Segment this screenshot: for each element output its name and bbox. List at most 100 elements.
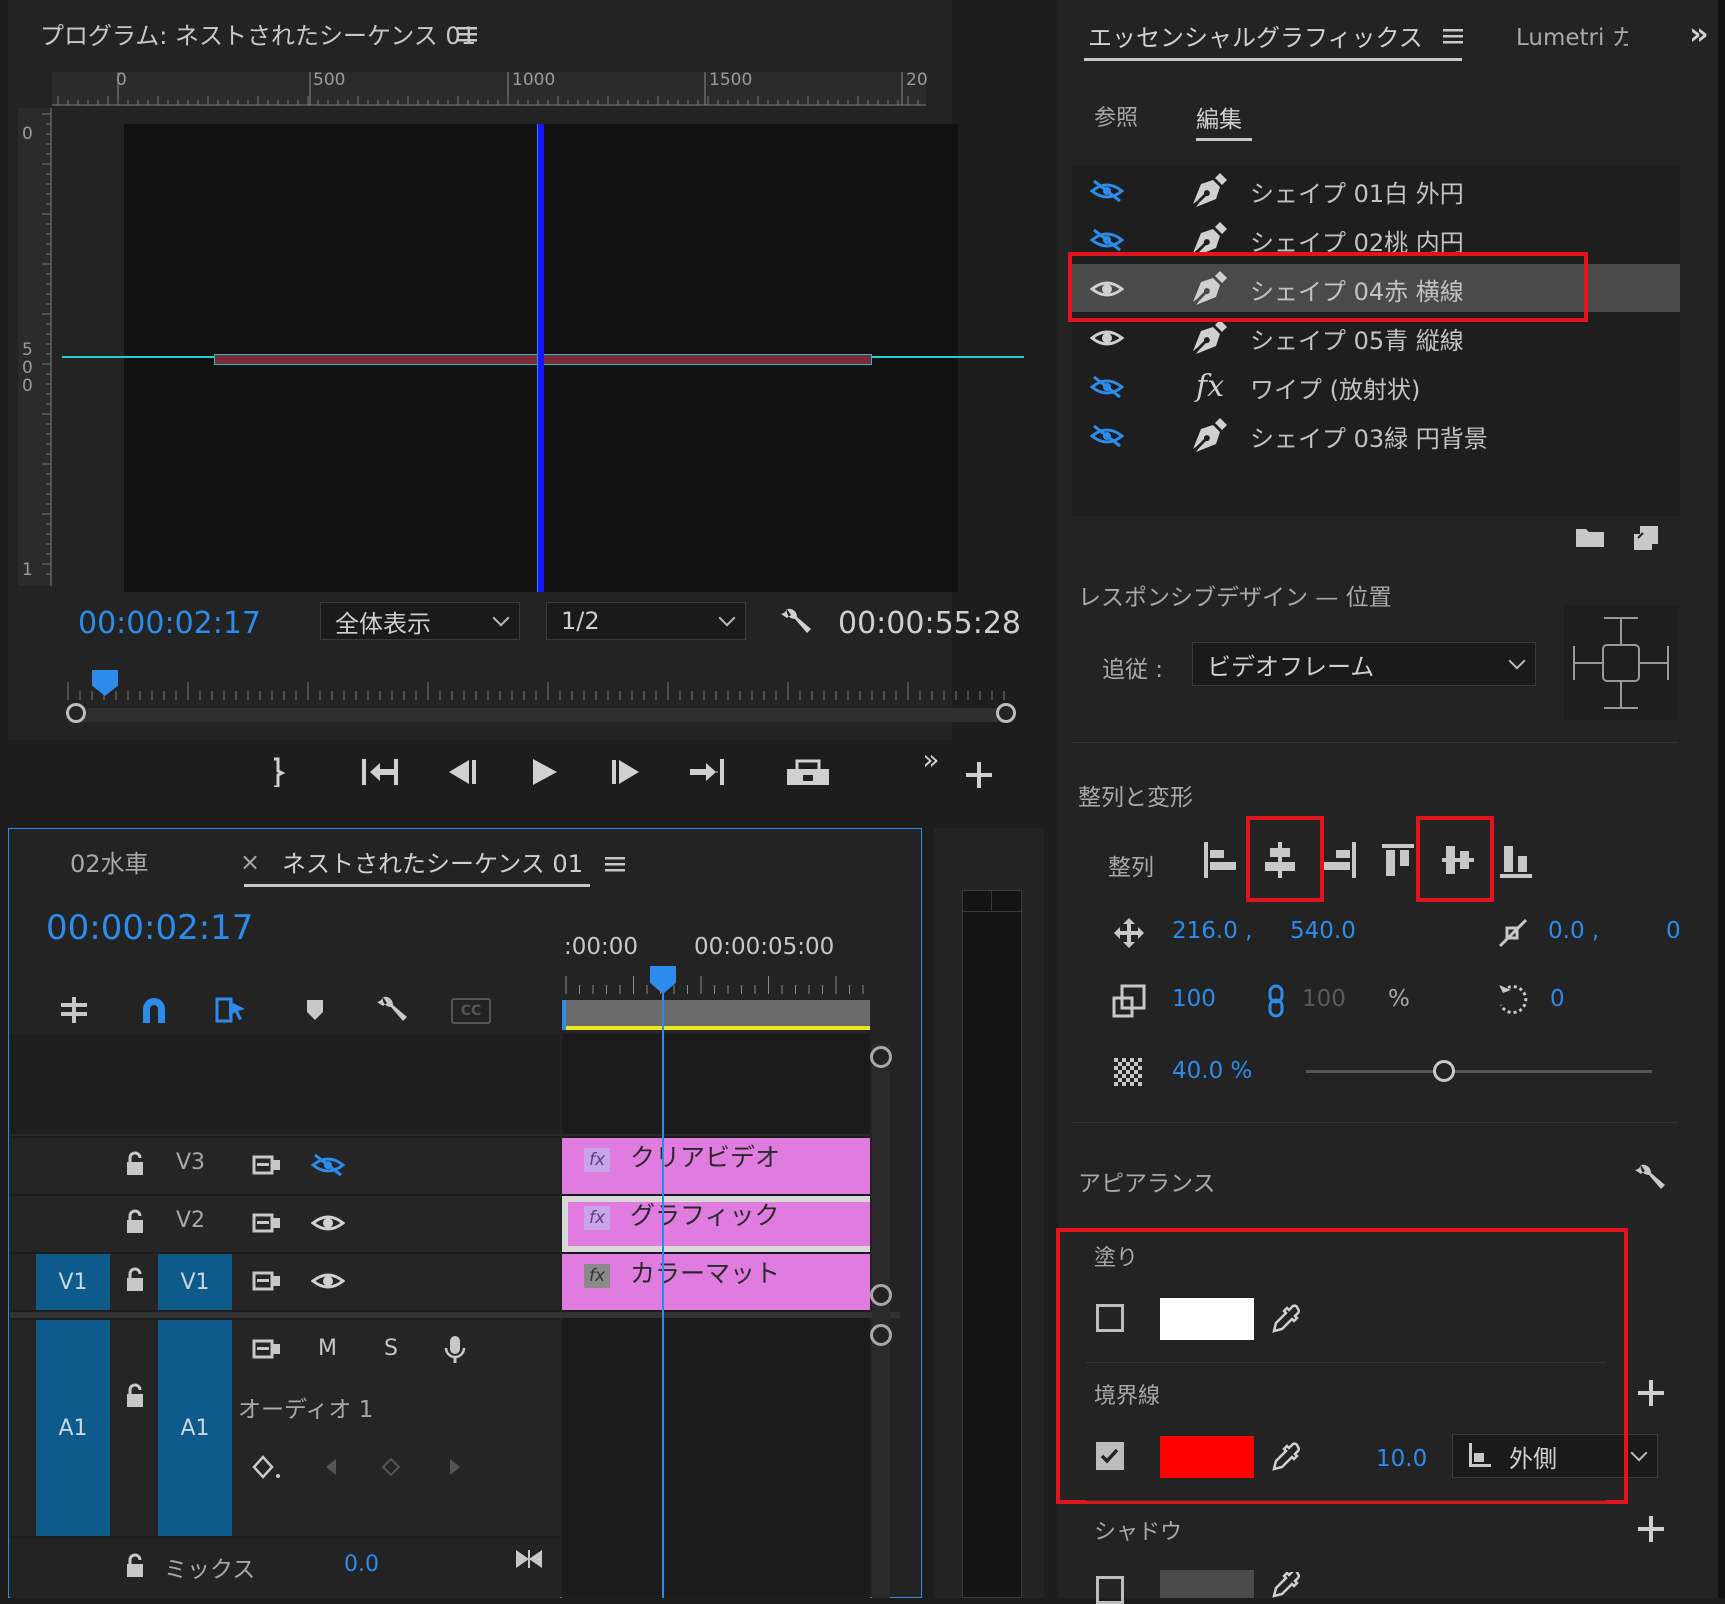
layer-row[interactable]: シェイプ 03緑 円背景 — [1072, 411, 1680, 460]
eye-hidden-icon[interactable] — [310, 1150, 346, 1180]
align-top-icon[interactable] — [1378, 838, 1418, 882]
tab-close-icon[interactable]: × — [240, 848, 260, 876]
panel-menu-icon[interactable] — [456, 22, 480, 46]
zoom-select[interactable]: 全体表示 — [320, 602, 520, 640]
appearance-wrench-icon[interactable] — [1630, 1158, 1670, 1198]
opacity-value[interactable]: 40.0 % — [1172, 1058, 1252, 1084]
captions-icon[interactable]: CC — [450, 996, 492, 1026]
zoom-scrollbar[interactable] — [78, 708, 1008, 722]
step-back-icon[interactable] — [442, 752, 482, 792]
pin-to-edges-widget[interactable] — [1564, 606, 1678, 720]
sync-lock-icon[interactable] — [250, 1266, 284, 1296]
eg-menu-icon[interactable] — [1442, 24, 1466, 48]
lock-icon[interactable] — [122, 1380, 148, 1412]
anchor-y[interactable]: 0 — [1666, 918, 1681, 944]
edit-subtab[interactable]: 編集 — [1196, 100, 1242, 134]
position-y[interactable]: 540.0 — [1290, 918, 1356, 944]
go-to-in-icon[interactable] — [358, 752, 402, 792]
timeline-scrollbar[interactable] — [872, 1044, 890, 1598]
opacity-slider-track[interactable] — [1306, 1070, 1652, 1073]
eye-hidden-icon[interactable] — [1088, 176, 1126, 206]
lock-icon[interactable] — [122, 1264, 148, 1296]
new-group-folder-icon[interactable] — [1572, 522, 1608, 552]
eye-icon[interactable] — [310, 1208, 346, 1238]
lock-icon[interactable] — [122, 1148, 148, 1180]
scroll-handle-mid[interactable] — [870, 1284, 892, 1306]
tab-02-suisha[interactable]: 02水車 — [70, 844, 149, 879]
scroll-handle-audio[interactable] — [870, 1324, 892, 1346]
eye-hidden-icon[interactable] — [1088, 372, 1126, 402]
tab-nested-sequence[interactable]: ネストされたシーケンス 01 — [282, 844, 583, 879]
browse-subtab[interactable]: 参照 — [1094, 100, 1138, 132]
source-patch-a1[interactable]: A1 — [36, 1320, 110, 1536]
microphone-icon[interactable] — [440, 1332, 470, 1368]
export-frame-icon[interactable] — [784, 752, 832, 792]
snap-magnet-icon[interactable] — [134, 992, 174, 1028]
more-controls-icon[interactable]: » — [914, 743, 948, 776]
add-marker-icon[interactable] — [298, 992, 332, 1028]
go-to-out-icon[interactable] — [686, 752, 730, 792]
scrub-ruler[interactable] — [66, 680, 1006, 702]
lumetri-tab[interactable]: Lumetri カ — [1516, 18, 1628, 52]
zoom-handle-left[interactable] — [66, 703, 86, 723]
layer-row[interactable]: fx ワイプ (放射状) — [1072, 362, 1680, 411]
program-timecode-current[interactable]: 00:00:02:17 — [78, 606, 261, 641]
keyframe-toggle-icon[interactable] — [250, 1452, 284, 1482]
wrench-icon[interactable] — [776, 602, 816, 642]
eye-icon[interactable] — [1088, 323, 1126, 353]
more-panels-icon[interactable]: » — [1682, 16, 1716, 52]
shadow-color-swatch[interactable] — [1160, 1570, 1254, 1598]
scroll-handle-top[interactable] — [870, 1046, 892, 1068]
add-keyframe-icon[interactable] — [378, 1452, 404, 1482]
linked-selection-icon[interactable] — [212, 992, 252, 1028]
timeline-ruler[interactable] — [564, 972, 870, 996]
prev-keyframe-icon[interactable] — [318, 1452, 344, 1482]
nest-sequence-icon[interactable] — [54, 992, 94, 1028]
work-area-bar[interactable] — [562, 1000, 870, 1030]
clip-clear-video[interactable]: fx クリアビデオ — [562, 1138, 870, 1194]
track-target-a1[interactable]: A1 — [158, 1320, 232, 1536]
scale-value[interactable]: 100 — [1172, 986, 1216, 1012]
sync-lock-icon[interactable] — [250, 1208, 284, 1238]
sync-lock-icon[interactable] — [250, 1334, 284, 1364]
mix-pan-icon[interactable] — [512, 1544, 546, 1574]
timeline-settings-wrench-icon[interactable] — [372, 992, 412, 1028]
lock-icon[interactable] — [122, 1550, 148, 1582]
mute-button[interactable]: M — [318, 1336, 337, 1361]
layer-row[interactable]: シェイプ 01白 外円 — [1072, 166, 1680, 215]
link-scale-icon[interactable] — [1262, 982, 1290, 1020]
new-layer-icon[interactable] — [1628, 522, 1664, 552]
timeline-menu-icon[interactable] — [604, 852, 628, 876]
shadow-checkbox[interactable] — [1096, 1576, 1124, 1604]
blue-vertical-shape[interactable] — [537, 124, 544, 592]
clip-graphic[interactable]: fx グラフィック — [562, 1196, 870, 1252]
shadow-eyedropper-icon[interactable] — [1268, 1572, 1304, 1598]
next-keyframe-icon[interactable] — [442, 1452, 468, 1482]
eye-hidden-icon[interactable] — [1088, 421, 1126, 451]
solo-button[interactable]: S — [384, 1336, 398, 1361]
clip-color-matte[interactable]: fx カラーマット — [562, 1254, 870, 1310]
scale-height-value[interactable]: 100 — [1302, 986, 1346, 1012]
align-right-icon[interactable] — [1320, 838, 1360, 882]
step-forward-icon[interactable] — [606, 752, 646, 792]
mark-out-icon[interactable] — [258, 752, 298, 792]
play-icon[interactable] — [524, 752, 564, 792]
program-monitor-title[interactable]: プログラム: ネストされたシーケンス 01 — [40, 16, 476, 51]
eye-hidden-icon[interactable] — [1088, 225, 1126, 255]
track-target-v1[interactable]: V1 — [158, 1254, 232, 1310]
sync-lock-icon[interactable] — [250, 1150, 284, 1180]
align-bottom-icon[interactable] — [1496, 838, 1536, 882]
add-shadow-icon[interactable] — [1638, 1516, 1664, 1542]
rotation-value[interactable]: 0 — [1550, 986, 1565, 1012]
follow-select[interactable]: ビデオフレーム — [1192, 642, 1536, 686]
eye-icon[interactable] — [310, 1266, 346, 1296]
position-x[interactable]: 216.0 , — [1172, 918, 1252, 944]
essential-graphics-tab[interactable]: エッセンシャルグラフィックス — [1088, 18, 1423, 53]
zoom-handle-right[interactable] — [996, 703, 1016, 723]
lock-icon[interactable] — [122, 1206, 148, 1238]
source-patch-v1[interactable]: V1 — [36, 1254, 110, 1310]
add-button-icon[interactable] — [966, 762, 992, 788]
timeline-timecode[interactable]: 00:00:02:17 — [46, 908, 253, 948]
mix-value[interactable]: 0.0 — [344, 1552, 379, 1577]
add-stroke-icon[interactable] — [1638, 1380, 1664, 1406]
